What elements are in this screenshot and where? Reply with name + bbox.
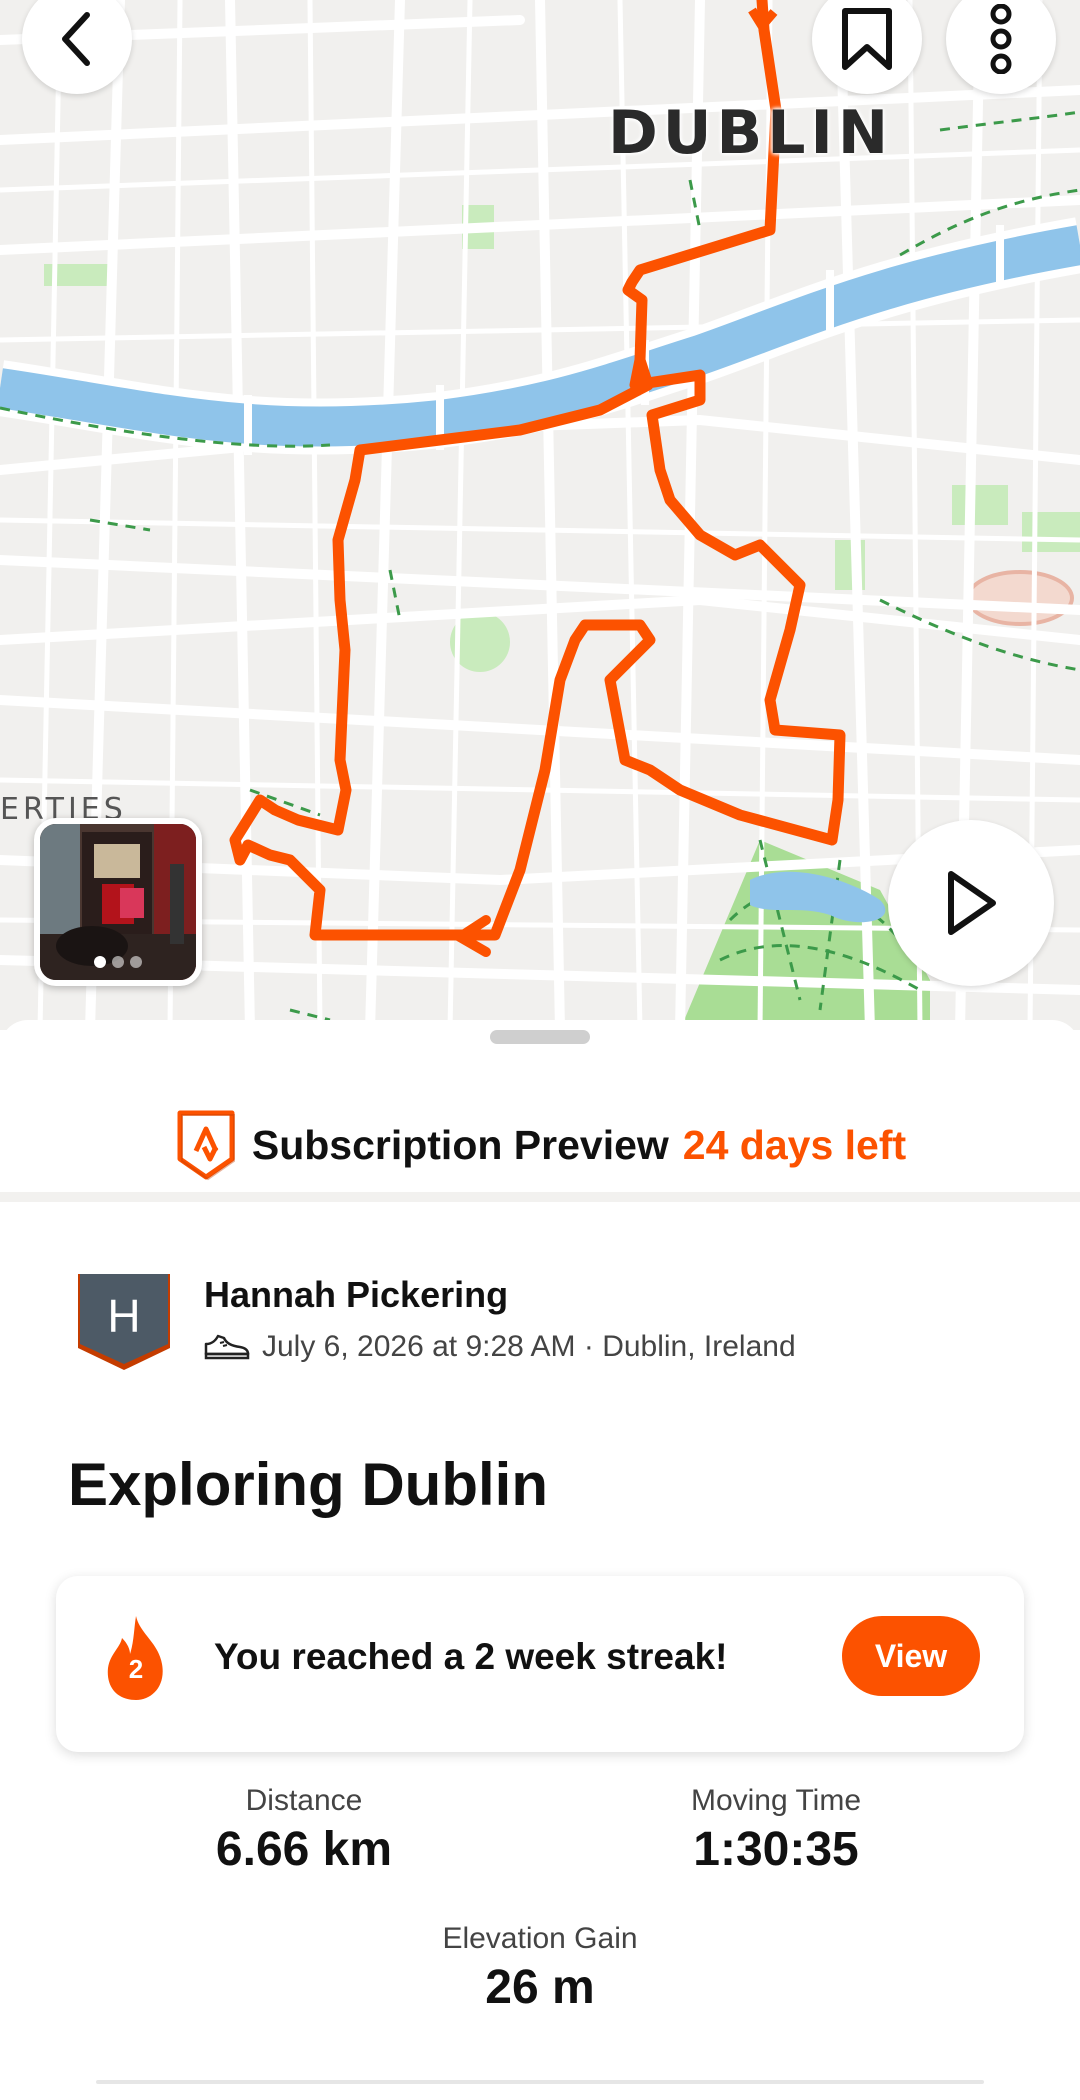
photo-dot — [130, 956, 142, 968]
activity-date-location: July 6, 2026 at 9:28 AM · Dublin, Irelan… — [262, 1330, 796, 1363]
activity-title: Exploring Dublin — [68, 1451, 548, 1518]
photo-dot — [112, 956, 124, 968]
photo-dot-active — [94, 956, 106, 968]
athlete-avatar-wrap[interactable]: H — [74, 1270, 174, 1374]
view-streak-button[interactable]: View — [842, 1616, 980, 1696]
more-vertical-icon — [990, 4, 1012, 74]
streak-card[interactable]: 2 You reached a 2 week streak! View — [56, 1576, 1024, 1752]
athlete-name[interactable]: Hannah Pickering — [204, 1274, 508, 1316]
stat-elevation-gain: Elevation Gain 26 m — [390, 1922, 690, 2015]
section-divider-bottom — [96, 2080, 984, 2084]
avatar-initial: H — [107, 1290, 140, 1342]
photo-page-dots — [40, 956, 196, 968]
flame-icon: 2 — [100, 1612, 172, 1702]
avatar-shield: H — [78, 1274, 170, 1370]
stat-value: 1:30:35 — [693, 1823, 859, 1876]
subscription-banner[interactable]: Subscription Preview 24 days left — [0, 1090, 1080, 1200]
avatar[interactable]: H — [74, 1270, 174, 1374]
play-icon — [948, 871, 996, 935]
bookmark-icon — [842, 8, 892, 70]
stat-moving-time: Moving Time 1:30:35 — [626, 1784, 926, 1877]
activity-meta: July 6, 2026 at 9:28 AM · Dublin, Irelan… — [204, 1330, 796, 1364]
stat-value: 26 m — [485, 1961, 595, 2014]
stat-value: 6.66 km — [215, 1823, 393, 1876]
stat-distance: Distance 6.66 km — [154, 1784, 454, 1877]
subscription-days-left: 24 days left — [682, 1121, 907, 1168]
strava-shield-icon — [177, 1110, 235, 1181]
stat-label: Moving Time — [690, 1784, 862, 1817]
chevron-left-icon — [62, 12, 90, 66]
sheet-drag-handle[interactable] — [490, 1030, 590, 1044]
subscription-title: Subscription Preview — [251, 1121, 669, 1168]
streak-message: You reached a 2 week streak! — [214, 1636, 728, 1677]
streak-count: 2 — [128, 1654, 144, 1684]
shoe-icon — [204, 1334, 250, 1360]
section-divider — [0, 1192, 1080, 1202]
play-flyover-button[interactable] — [888, 820, 1054, 986]
activity-sheet[interactable]: Subscription Preview 24 days left H Hann… — [0, 1020, 1080, 2100]
map-city-label: DUBLIN — [608, 98, 894, 168]
activity-photo-thumbnail[interactable] — [34, 818, 202, 986]
stat-label: Elevation Gain — [442, 1922, 638, 1955]
stat-label: Distance — [245, 1784, 363, 1817]
route-map[interactable]: DUBLIN ERTIES — [0, 0, 1080, 1030]
